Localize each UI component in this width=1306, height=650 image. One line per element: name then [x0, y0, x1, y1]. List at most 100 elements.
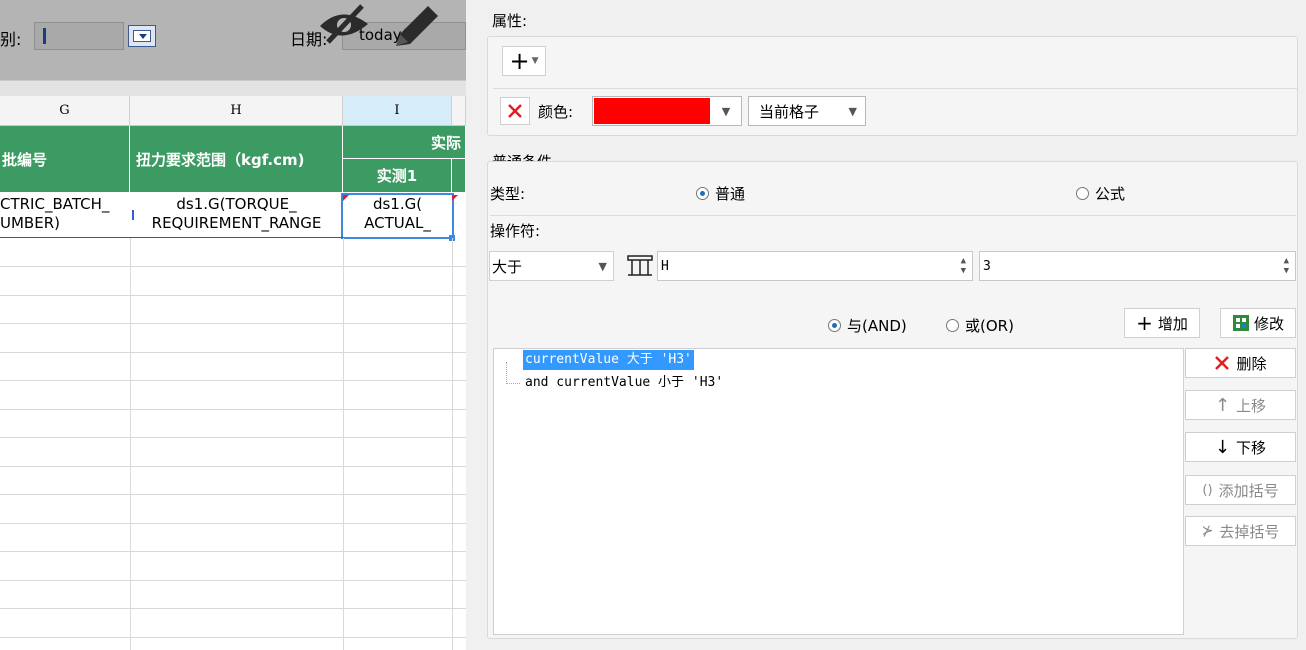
hide-icon[interactable] — [316, 2, 372, 46]
divider — [490, 215, 1296, 216]
radio-checked — [696, 187, 709, 200]
button-label: 删除 — [1236, 354, 1267, 373]
grid-line — [0, 323, 466, 324]
close-icon — [1215, 356, 1230, 370]
grid-line — [0, 608, 466, 609]
radio-label: 或(OR) — [965, 317, 1014, 335]
dropdown-icon[interactable] — [128, 25, 156, 47]
button-label: 增加 — [1157, 314, 1188, 333]
type-label: 类型: — [490, 185, 526, 203]
cell-text-line: REQUIREMENT_RANGE — [151, 214, 322, 232]
cell-marker — [452, 195, 458, 201]
grid-line — [0, 494, 466, 495]
expression-item[interactable]: currentValue 大于 'H3' — [523, 350, 694, 370]
header-cell-torque[interactable]: 扭力要求范围（kgf.cm) — [130, 126, 343, 193]
delete-button[interactable]: 删除 — [1185, 348, 1296, 378]
chevron-down-icon: ▼ — [848, 104, 857, 118]
cell-text-line: UMBER) — [0, 214, 60, 232]
grid-line — [0, 637, 466, 638]
grid-line — [0, 580, 466, 581]
chevron-down-icon: ▼ — [721, 104, 731, 118]
field-value: H — [661, 258, 669, 274]
remove-bracket-button[interactable]: ⊁ 去掉括号 — [1185, 516, 1296, 546]
divider — [493, 88, 1298, 89]
type-normal-radio[interactable]: 普通 — [696, 183, 745, 204]
radio-checked — [828, 319, 841, 332]
cell-marker — [132, 210, 134, 220]
cell-selection — [341, 193, 454, 239]
number-value: 3 — [983, 258, 991, 274]
add-condition-button[interactable]: + 增加 — [1124, 308, 1200, 338]
column-picker-icon[interactable] — [626, 253, 654, 279]
grid-line — [0, 466, 466, 467]
radio-label: 普通 — [715, 185, 746, 203]
radio-unchecked — [1076, 187, 1089, 200]
grid-line — [0, 352, 466, 353]
header-cell-measure1[interactable]: 实测1 — [343, 159, 452, 193]
button-label: 添加括号 — [1218, 481, 1279, 500]
data-cell-batch[interactable]: CTRIC_BATCH_ UMBER) — [0, 195, 130, 237]
spinner-icon[interactable]: ▲ ▼ — [1284, 256, 1289, 276]
grid-line — [343, 238, 344, 650]
chevron-down-icon: ▼ — [598, 259, 607, 273]
spreadsheet-pane: 别: 日期: today() G H I 批编号 扭力要求范围（kgf.cm) … — [0, 0, 466, 650]
button-label: 去掉括号 — [1219, 522, 1280, 541]
plus-icon: + — [509, 47, 530, 75]
button-label: 修改 — [1253, 314, 1284, 333]
header-cell-measure2[interactable] — [452, 159, 466, 193]
column-header-i[interactable]: I — [343, 96, 452, 126]
color-label: 颜色: — [538, 103, 574, 121]
parameter-bar: 别: 日期: today() — [0, 0, 466, 80]
radio-label: 公式 — [1095, 185, 1126, 203]
modify-condition-button[interactable]: 修改 — [1220, 308, 1296, 338]
arrow-up-icon: ↑ — [1214, 394, 1231, 416]
arrow-down-icon: ↓ — [1214, 436, 1231, 458]
logic-and-radio[interactable]: 与(AND) — [828, 315, 907, 336]
column-header-h[interactable]: H — [130, 96, 343, 126]
tree-connector — [506, 362, 520, 384]
number-input[interactable]: 3 ▲ ▼ — [979, 251, 1296, 281]
type-formula-radio[interactable]: 公式 — [1076, 183, 1125, 204]
operator-select[interactable]: 大于 ▼ — [489, 251, 614, 281]
edit-icon[interactable] — [390, 2, 442, 50]
scope-value: 当前格子 — [759, 102, 820, 121]
cell-marker — [343, 195, 349, 201]
grid-line — [452, 238, 453, 650]
column-header-j[interactable] — [452, 96, 466, 126]
expression-item[interactable]: and currentValue 小于 'H3' — [523, 373, 725, 393]
cell-text-line: CTRIC_BATCH_ — [0, 195, 110, 213]
grid-line — [0, 551, 466, 552]
remove-attribute-button[interactable] — [500, 97, 530, 125]
row-border — [0, 237, 343, 238]
move-down-button[interactable]: ↓ 下移 — [1185, 432, 1296, 462]
button-label: 上移 — [1236, 396, 1267, 415]
move-up-button[interactable]: ↑ 上移 — [1185, 390, 1296, 420]
header-cell-actual[interactable]: 实际 — [343, 126, 466, 159]
modify-icon — [1232, 315, 1249, 331]
header-cell-batch[interactable]: 批编号 — [0, 126, 130, 193]
plus-icon: + — [1136, 311, 1153, 335]
color-picker[interactable]: ▼ — [592, 96, 742, 126]
bracket-icon: () — [1202, 482, 1213, 498]
grid-line — [0, 380, 466, 381]
category-label: 别: — [0, 30, 22, 49]
close-icon — [508, 104, 522, 118]
category-combo[interactable] — [34, 22, 124, 50]
radio-label: 与(AND) — [847, 317, 907, 335]
grid-line — [0, 409, 466, 410]
grid-line — [130, 238, 131, 650]
toolbar-gap — [0, 80, 466, 96]
data-cell-torque[interactable]: ds1.G(TORQUE_ REQUIREMENT_RANGE — [130, 195, 343, 237]
logic-or-radio[interactable]: 或(OR) — [946, 315, 1014, 336]
grid-line — [0, 437, 466, 438]
spinner-icon[interactable]: ▲ ▼ — [961, 256, 966, 276]
add-bracket-button[interactable]: () 添加括号 — [1185, 475, 1296, 505]
add-attribute-button[interactable]: + ▼ — [502, 46, 546, 76]
scope-select[interactable]: 当前格子 ▼ — [748, 96, 866, 126]
remove-bracket-icon: ⊁ — [1201, 523, 1214, 539]
operator-value: 大于 — [492, 257, 523, 276]
field-input[interactable]: H ▲ ▼ — [657, 251, 973, 281]
text-cursor — [43, 28, 46, 44]
chevron-down-icon: ▼ — [531, 56, 539, 66]
column-header-g[interactable]: G — [0, 96, 130, 126]
